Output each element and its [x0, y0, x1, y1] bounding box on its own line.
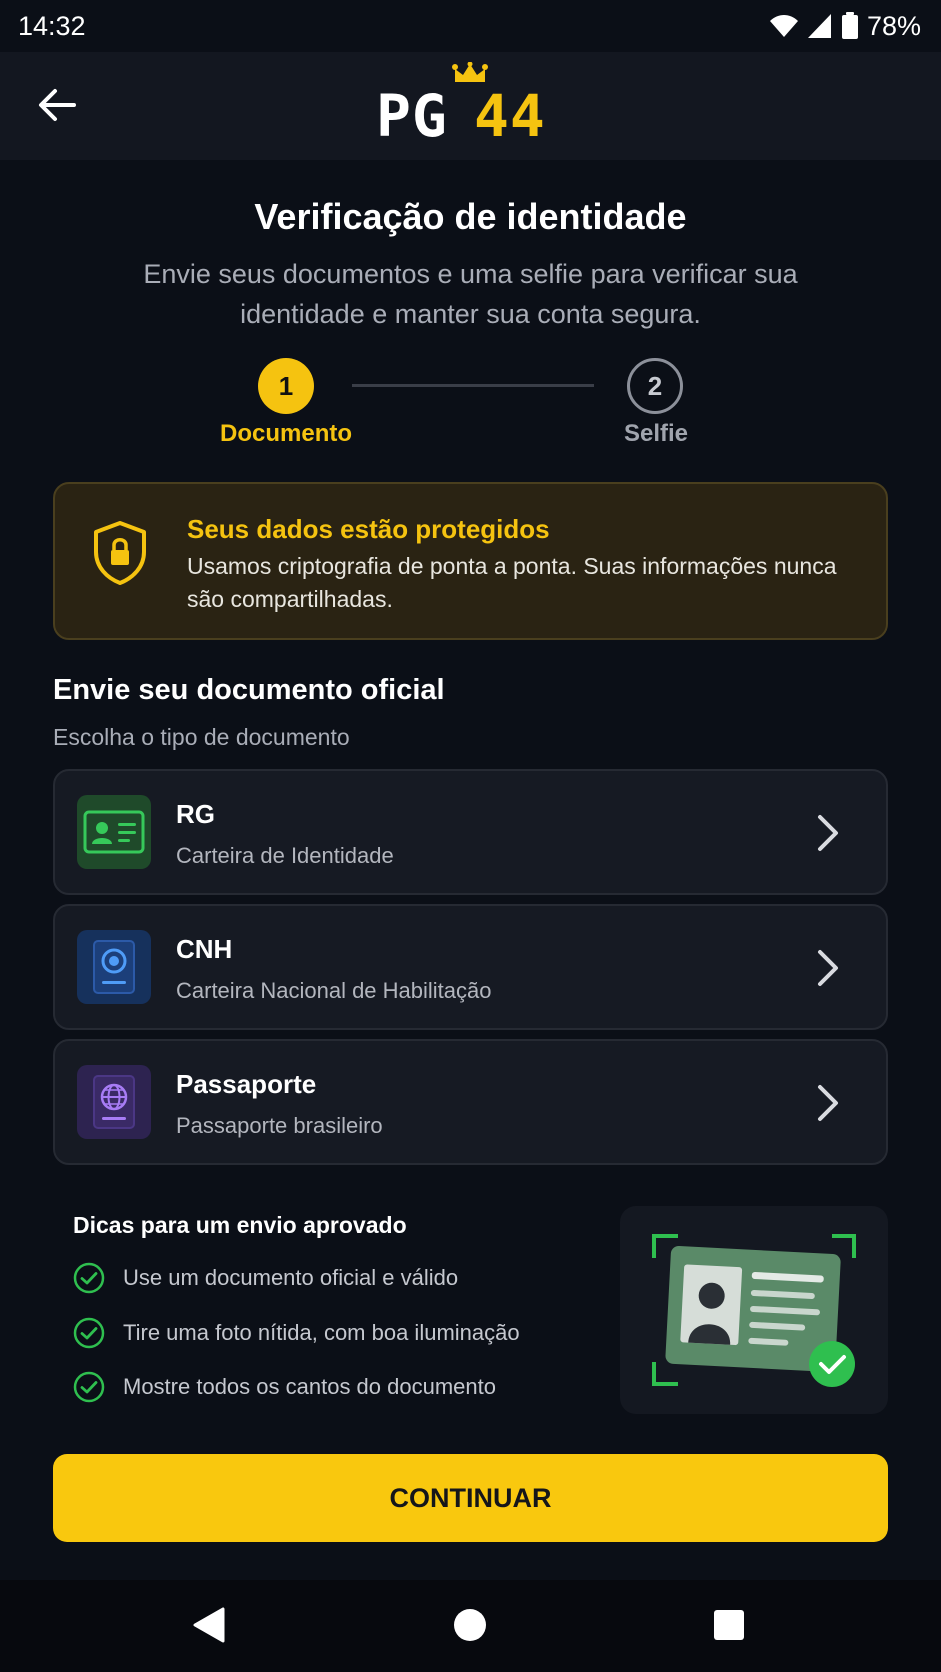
status-time: 14:32	[18, 10, 86, 41]
check-circle-icon	[73, 1371, 105, 1403]
document-option-passport[interactable]: Passaporte Passaporte brasileiro	[53, 1039, 888, 1165]
system-navigation-bar	[0, 1580, 941, 1672]
battery-level: 78%	[866, 10, 921, 41]
notice-title: Seus dados estão protegidos	[187, 514, 550, 544]
tip-text: Use um documento oficial e válido	[123, 1265, 459, 1290]
document-option-cnh[interactable]: CNH Carteira Nacional de Habilitação	[53, 904, 888, 1030]
document-description: Carteira Nacional de Habilitação	[176, 978, 492, 1003]
nav-back-button[interactable]	[186, 1602, 232, 1648]
security-notice: Seus dados estão protegidos Usamos cript…	[53, 482, 888, 640]
check-circle-icon	[73, 1317, 105, 1349]
tip-text: Tire uma foto nítida, com boa iluminação	[123, 1320, 520, 1345]
document-label: RG	[176, 799, 215, 829]
wifi-icon	[769, 15, 798, 37]
chevron-right-icon	[818, 815, 838, 851]
logo-text-44: 44	[474, 82, 546, 150]
step-2-label: Selfie	[623, 420, 689, 447]
step-2-indicator: 2	[627, 358, 683, 414]
tip-text: Mostre todos os cantos do documento	[123, 1374, 496, 1399]
brand-logo: PG 44	[376, 60, 566, 152]
id-card-icon	[77, 795, 151, 869]
stepper: 1 2 Documento Selfie	[0, 356, 941, 456]
page-subtitle: Envie seus documentos e uma selfie para …	[143, 259, 798, 329]
document-description: Passaporte brasileiro	[176, 1113, 383, 1138]
chevron-right-icon	[818, 950, 838, 986]
document-description: Carteira de Identidade	[176, 843, 394, 868]
continue-button[interactable]: CONTINUAR	[53, 1454, 888, 1542]
square-recents-icon	[714, 1610, 744, 1640]
document-option-rg[interactable]: RG Carteira de Identidade	[53, 769, 888, 895]
nav-recents-button[interactable]	[706, 1602, 752, 1648]
id-card-scan-icon	[652, 1234, 856, 1387]
status-bar: 14:32 78%	[0, 0, 941, 52]
arrow-left-icon	[39, 89, 76, 121]
step-connector	[352, 384, 594, 387]
notice-text: Usamos criptografia de ponta a ponta. Su…	[187, 553, 837, 612]
logo-text-pg: PG	[376, 82, 448, 150]
back-button[interactable]	[34, 82, 80, 128]
check-circle-icon	[73, 1262, 105, 1294]
tip-item: Mostre todos os cantos do documento	[73, 1370, 496, 1404]
section-title: Envie seu documento oficial	[53, 674, 445, 706]
app-bar: PG 44	[0, 52, 941, 160]
nav-home-button[interactable]	[447, 1602, 493, 1648]
tip-item: Use um documento oficial e válido	[73, 1261, 458, 1295]
tip-item: Tire uma foto nítida, com boa iluminação	[73, 1316, 520, 1350]
step-1-label: Documento	[220, 420, 352, 447]
page-title: Verificação de identidade	[254, 196, 687, 237]
circle-home-icon	[454, 1609, 486, 1641]
shield-lock-icon	[94, 521, 146, 585]
id-scan-illustration	[620, 1206, 888, 1414]
crown-icon	[452, 62, 488, 82]
document-label: Passaporte	[176, 1069, 317, 1099]
tips-title: Dicas para um envio aprovado	[73, 1212, 407, 1238]
triangle-back-icon	[193, 1607, 225, 1643]
passport-icon	[77, 1065, 151, 1139]
chevron-right-icon	[818, 1085, 838, 1121]
document-label: CNH	[176, 934, 233, 964]
step-1-indicator: 1	[258, 358, 314, 414]
status-icons: 78%	[769, 11, 921, 42]
battery-icon	[841, 12, 858, 39]
section-subtitle: Escolha o tipo de documento	[53, 724, 350, 750]
signal-icon	[807, 14, 831, 38]
driver-license-icon	[77, 930, 151, 1004]
